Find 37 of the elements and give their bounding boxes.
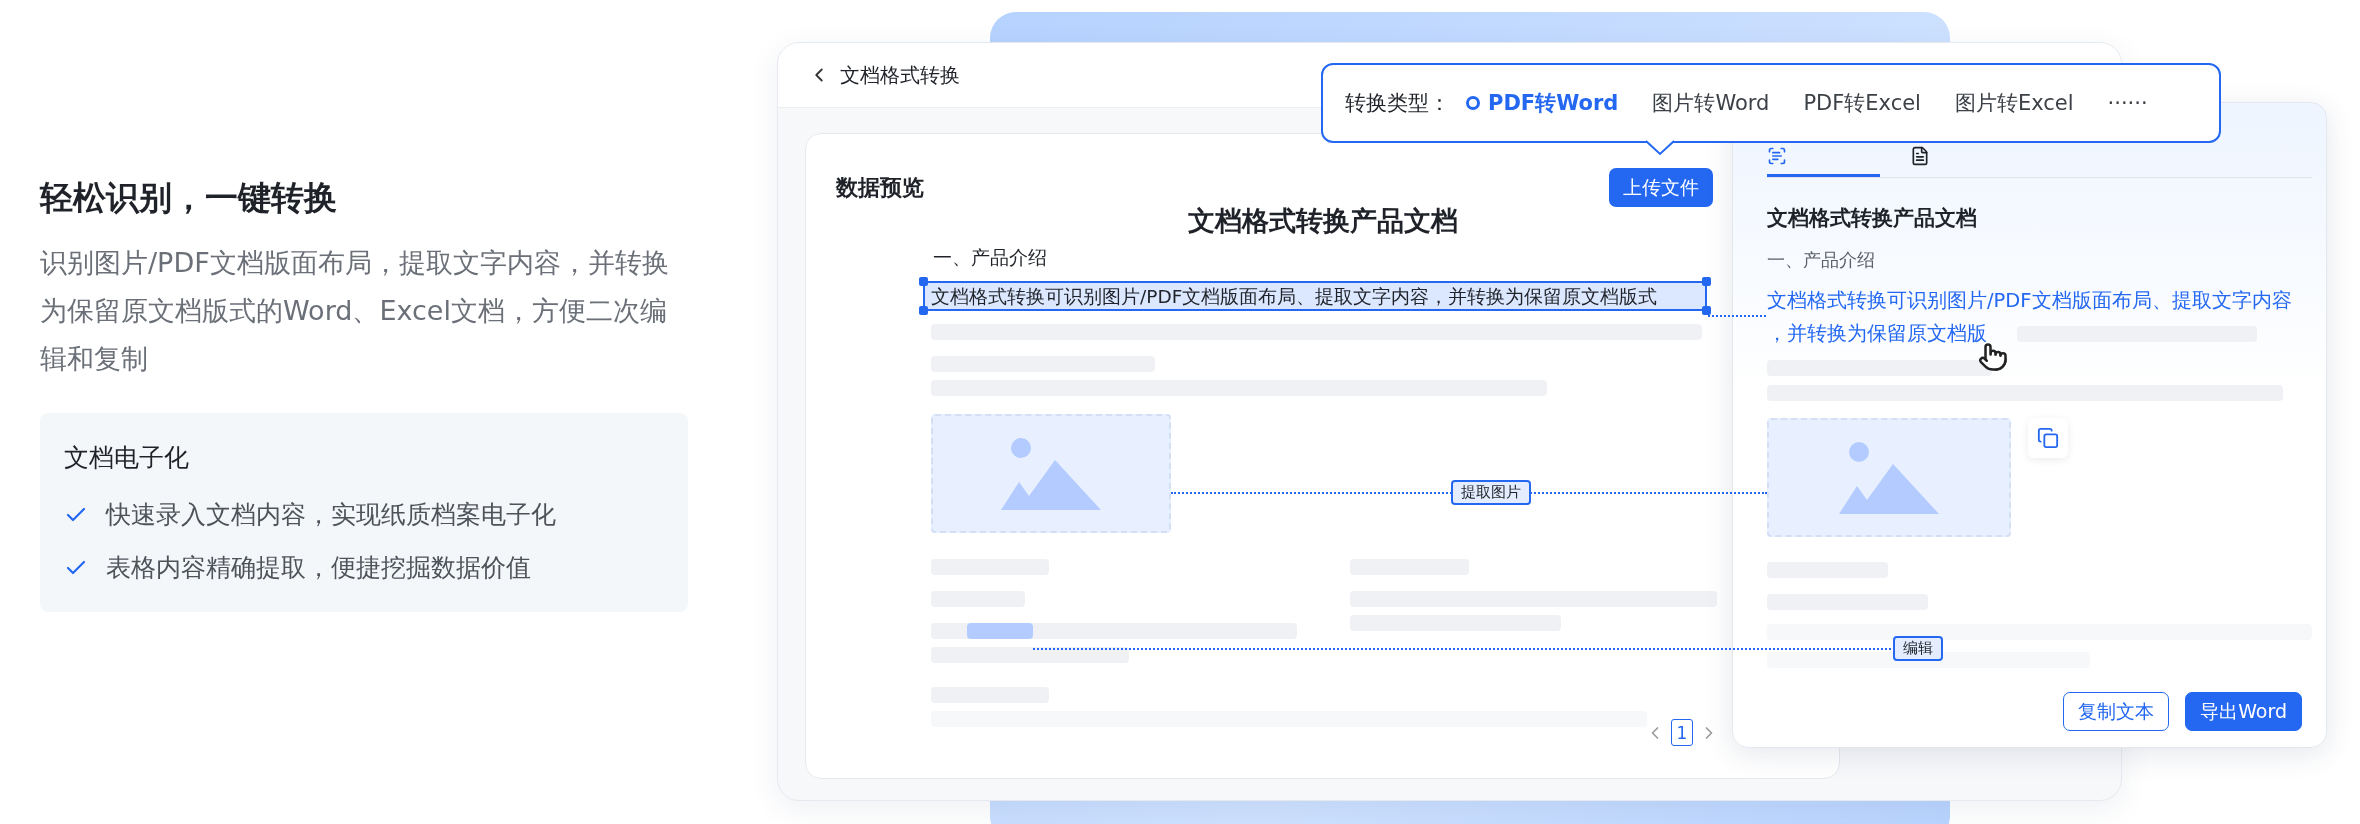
conversion-option[interactable]: PDF转Excel <box>1803 89 1921 117</box>
extract-image-tag: 提取图片 <box>1451 480 1531 505</box>
more-options[interactable]: ······ <box>2107 91 2148 115</box>
section-description: 识别图片/PDF文档版面布局，提取文字内容，并转换为保留原文档版式的Word、Excel文档，方便二次编辑和复制 <box>40 246 670 376</box>
preview-title: 数据预览 <box>836 173 924 202</box>
result-title: 文档格式转换产品文档 <box>1767 205 1978 232</box>
feature-card-title: 文档电子化 <box>64 442 190 474</box>
recognized-text[interactable]: 文档格式转换可识别图片/PDF文档版面布局、提取文字内容，并转换为保留原文档版 <box>1767 284 2303 350</box>
feature-item: 表格内容精确提取，便捷挖掘数据价值 <box>106 552 531 584</box>
feature-item: 快速录入文档内容，实现纸质档案电子化 <box>106 499 556 531</box>
scan-text-icon <box>1767 146 1787 166</box>
file-icon <box>1910 146 1930 166</box>
image-placeholder-icon <box>999 435 1103 512</box>
conversion-option[interactable]: 图片转Word <box>1652 89 1770 117</box>
hand-cursor-icon <box>1978 342 2008 372</box>
edit-tag: 编辑 <box>1893 636 1943 661</box>
conversion-option[interactable]: PDF转Word <box>1466 89 1619 117</box>
conversion-option[interactable]: 图片转Excel <box>1954 89 2074 117</box>
selection-handle[interactable] <box>919 306 928 315</box>
connector-line <box>1708 315 1766 317</box>
copy-icon <box>2037 427 2059 449</box>
copy-button[interactable] <box>2028 418 2068 458</box>
image-placeholder-icon <box>1837 439 1941 516</box>
selection-handle[interactable] <box>919 277 928 286</box>
document-title: 文档格式转换产品文档 <box>1187 204 1458 238</box>
selection-handle[interactable] <box>1702 277 1711 286</box>
export-button[interactable]: 导出Word <box>2185 692 2302 731</box>
result-section: 一、产品介绍 <box>1767 248 2312 272</box>
selected-text: 文档格式转换可识别图片/PDF文档版面布局、提取文字内容，并转换为保留原文档版式 <box>931 284 1658 309</box>
selection-handle[interactable] <box>1702 306 1711 315</box>
conversion-type-label: 转换类型： <box>1345 90 1450 117</box>
document-section: 一、产品介绍 <box>923 245 1047 271</box>
copy-text-button[interactable]: 复制文本 <box>2063 692 2170 731</box>
page-number[interactable]: 1 <box>1671 719 1693 746</box>
upload-button[interactable]: 上传文件 <box>1609 168 1713 207</box>
section-heading: 轻松识别，一键转换 <box>40 177 338 219</box>
window-title: 文档格式转换 <box>840 61 960 89</box>
